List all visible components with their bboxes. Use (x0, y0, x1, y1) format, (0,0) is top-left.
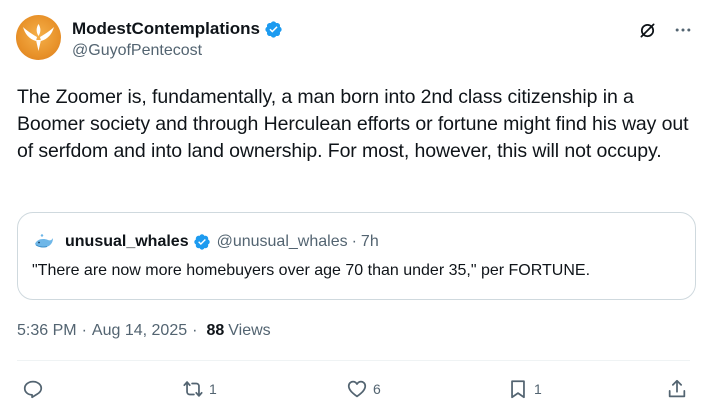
views-label: Views (228, 322, 271, 339)
author-name-row: ModestContemplations (72, 18, 283, 40)
quoted-text: "There are now more homebuyers over age … (32, 262, 591, 279)
action-bar: 1 6 1 (0, 378, 706, 410)
top-actions (636, 19, 694, 41)
quoted-header: unusual_whales @unusual_whales · 7h (32, 230, 379, 254)
author-display-name[interactable]: ModestContemplations (72, 19, 260, 39)
grok-icon[interactable] (636, 19, 658, 41)
tweet-time[interactable]: 5:36 PM (17, 322, 77, 340)
share-button[interactable] (666, 378, 688, 400)
reply-icon (23, 380, 43, 399)
repost-count: 1 (209, 381, 217, 397)
quoted-tweet[interactable]: unusual_whales @unusual_whales · 7h "The… (17, 212, 696, 300)
bookmark-count: 1 (534, 381, 542, 397)
views-count: 88 (206, 322, 225, 339)
reply-button[interactable] (22, 378, 49, 400)
repost-icon (183, 381, 203, 397)
verified-badge-icon (265, 20, 282, 38)
bookmark-icon (511, 380, 525, 399)
whale-avatar-icon (32, 230, 56, 254)
meta-separator: · (81, 322, 87, 339)
dove-logo-icon (23, 24, 54, 51)
author-handle[interactable]: @GuyofPentecost (72, 42, 202, 60)
avatar[interactable] (16, 15, 61, 60)
tweet-card: ModestContemplations @GuyofPentecost The… (0, 0, 706, 411)
tweet-text: The Zoomer is, fundamentally, a man born… (17, 86, 689, 162)
quoted-verified-badge-icon (193, 234, 210, 250)
like-count: 6 (373, 381, 381, 397)
quoted-separator: · (351, 233, 357, 250)
tweet-date[interactable]: Aug 14, 2025 (92, 322, 187, 340)
like-button[interactable]: 6 (346, 378, 381, 400)
divider (17, 360, 690, 361)
quoted-timestamp[interactable]: 7h (361, 233, 379, 251)
meta-separator: · (192, 322, 198, 339)
more-icon[interactable] (672, 19, 694, 41)
quoted-handle[interactable]: @unusual_whales (217, 233, 348, 251)
heart-icon (347, 380, 367, 398)
bookmark-button[interactable]: 1 (507, 378, 542, 400)
share-icon (668, 379, 686, 398)
repost-button[interactable]: 1 (182, 378, 217, 400)
quoted-display-name[interactable]: unusual_whales (65, 233, 189, 251)
tweet-meta: 5:36 PM · Aug 14, 2025 · 88 Views (17, 322, 271, 340)
